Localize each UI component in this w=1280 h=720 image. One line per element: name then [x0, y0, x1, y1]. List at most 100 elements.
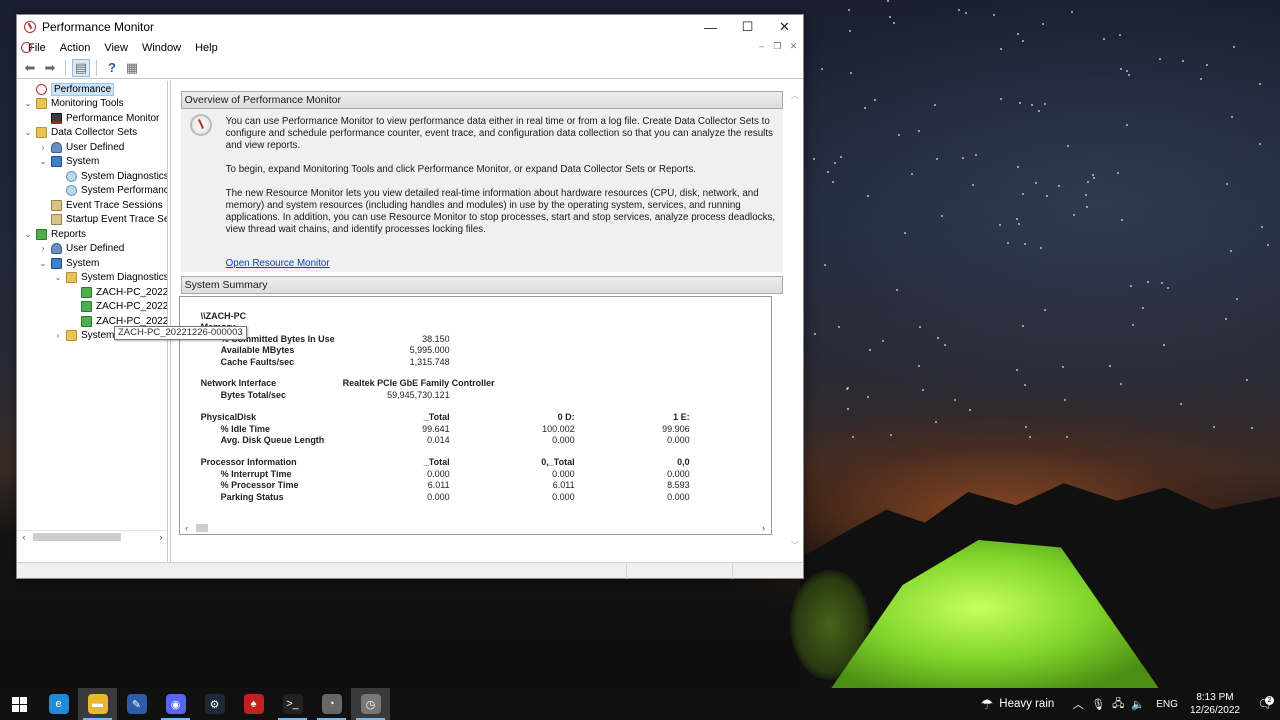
content-vertical-scrollbar[interactable]: ︿ ﹀	[790, 91, 800, 551]
menu-view[interactable]: View	[97, 42, 135, 54]
expand-chevron-icon[interactable]: ›	[53, 331, 63, 341]
weather-widget[interactable]: ☂ Heavy rain	[981, 696, 1055, 713]
volume-icon[interactable]: 🔈	[1128, 688, 1148, 720]
scroll-thumb[interactable]	[195, 523, 208, 532]
tree-horizontal-scrollbar[interactable]: ‹ ›	[17, 530, 167, 542]
taskbar-app-button[interactable]: ▬	[78, 688, 117, 720]
start-button[interactable]	[0, 688, 39, 720]
taskbar-app-button[interactable]: ⚙	[195, 688, 234, 720]
steam-icon: ⚙	[204, 694, 225, 714]
tree-performance-monitor[interactable]: Performance Monitor	[17, 111, 167, 126]
menu-window[interactable]: Window	[135, 42, 188, 54]
collapse-chevron-icon[interactable]: ⌄	[23, 128, 33, 138]
tree-startup-event-trace-sessions[interactable]: Startup Event Trace Sessions	[17, 213, 167, 228]
collapse-chevron-icon[interactable]: ⌄	[38, 258, 48, 268]
star	[1086, 206, 1089, 209]
tree-dcs-system-performance[interactable]: System Performance	[17, 184, 167, 199]
tree-report-000002[interactable]: ZACH-PC_20221226-000002	[17, 300, 167, 315]
star	[840, 156, 843, 159]
tree-reports-system[interactable]: ⌄ System	[17, 256, 167, 271]
scroll-left-icon[interactable]: ‹	[180, 523, 194, 533]
mdi-restore-icon[interactable]: ❐	[772, 41, 783, 52]
taskbar-app-button[interactable]: ◔	[312, 688, 351, 720]
menu-action[interactable]: Action	[53, 42, 98, 54]
star	[1034, 182, 1037, 185]
minimize-button[interactable]: —	[692, 15, 729, 39]
tree-reports[interactable]: ⌄ Reports	[17, 227, 167, 242]
star	[890, 433, 893, 436]
tree-report-000001[interactable]: ZACH-PC_20221226-000001	[17, 285, 167, 300]
star	[846, 387, 849, 390]
tree-data-collector-sets[interactable]: ⌄ Data Collector Sets	[17, 126, 167, 141]
star	[823, 264, 826, 267]
menu-help[interactable]: Help	[188, 42, 225, 54]
taskbar-app-button[interactable]: ✎	[117, 688, 156, 720]
help-icon[interactable]: ?	[103, 59, 121, 77]
taskbar-app-button[interactable]: e	[39, 688, 78, 720]
tree-dcs-user-defined[interactable]: › User Defined	[17, 140, 167, 155]
expand-chevron-icon[interactable]: ›	[38, 244, 48, 254]
taskbar-app-button[interactable]: ◷	[351, 688, 390, 720]
open-resource-monitor-link[interactable]: Open Resource Monitor	[226, 258, 330, 269]
show-hidden-icons-chevron-icon[interactable]: ︿	[1068, 688, 1088, 720]
tree-dcs-system-diagnostics[interactable]: System Diagnostics	[17, 169, 167, 184]
counter-label: Parking Status	[220, 491, 284, 502]
column-header: _Total	[423, 412, 450, 422]
edge-icon: e	[48, 694, 69, 714]
taskbar-app-button[interactable]: ◉	[156, 688, 195, 720]
clock[interactable]: 8:13 PM 12/26/2022	[1190, 691, 1240, 717]
network-icon[interactable]: 🖧	[1108, 688, 1128, 720]
system-menu-icon[interactable]	[21, 42, 32, 53]
tree-reports-system-diagnostics[interactable]: ⌄ System Diagnostics	[17, 271, 168, 286]
title-bar[interactable]: Performance Monitor — ☐ ✕	[17, 15, 803, 39]
action-center-button[interactable]: 🗨 2	[1250, 696, 1280, 711]
star	[1224, 317, 1227, 320]
collapse-chevron-icon[interactable]: ⌄	[23, 99, 33, 109]
counter-value: 59,945,730.121	[387, 389, 450, 400]
star	[1062, 365, 1065, 368]
summary-horizontal-scrollbar[interactable]: ‹ ›	[179, 521, 771, 534]
tree-performance[interactable]: Performance	[17, 82, 167, 97]
disk-section-title: PhysicalDisk	[200, 412, 257, 422]
scroll-thumb[interactable]	[33, 532, 121, 541]
mdi-close-icon[interactable]: ✕	[788, 41, 799, 52]
tree-monitoring-tools[interactable]: ⌄ Monitoring Tools	[17, 97, 167, 112]
back-arrow-icon[interactable]: ⬅	[21, 59, 39, 77]
star	[847, 407, 850, 410]
star	[813, 332, 816, 335]
star	[1258, 142, 1261, 145]
show-hide-action-pane-icon[interactable]: ▦	[123, 59, 141, 77]
tree-item-label: System Diagnostics	[81, 272, 168, 284]
scroll-right-icon[interactable]: ›	[757, 523, 771, 533]
taskbar-app-button[interactable]: ♠	[234, 688, 273, 720]
scroll-right-icon[interactable]: ›	[154, 532, 167, 542]
collapse-chevron-icon[interactable]: ⌄	[23, 229, 33, 239]
microphone-icon[interactable]: 🎙	[1088, 688, 1108, 720]
maximize-button[interactable]: ☐	[729, 15, 766, 39]
collapse-chevron-icon[interactable]: ⌄	[53, 273, 63, 283]
tree-reports-user-defined[interactable]: › User Defined	[17, 242, 167, 257]
tree-dcs-system[interactable]: ⌄ System	[17, 155, 167, 170]
folder-icon	[36, 98, 47, 110]
taskbar-app-button[interactable]: >_	[273, 688, 312, 720]
overview-paragraph-1: You can use Performance Monitor to view …	[225, 116, 773, 151]
star	[993, 14, 996, 17]
system-icon	[51, 257, 62, 269]
tree-event-trace-sessions[interactable]: Event Trace Sessions	[17, 198, 167, 213]
mdi-minimize-icon[interactable]: –	[756, 41, 767, 52]
close-button[interactable]: ✕	[766, 15, 803, 39]
forward-arrow-icon[interactable]: ➡	[41, 59, 59, 77]
counter-value: 0.000	[667, 468, 690, 479]
expand-chevron-icon[interactable]: ›	[38, 142, 48, 152]
collapse-chevron-icon[interactable]: ⌄	[38, 157, 48, 167]
show-hide-console-tree-icon[interactable]: ▤	[72, 58, 90, 77]
input-language-indicator[interactable]: ENG	[1156, 699, 1178, 710]
star	[1007, 242, 1010, 245]
scroll-left-icon[interactable]: ‹	[17, 532, 31, 542]
scroll-down-icon[interactable]: ﹀	[790, 541, 800, 551]
scroll-up-icon[interactable]: ︿	[790, 91, 800, 101]
